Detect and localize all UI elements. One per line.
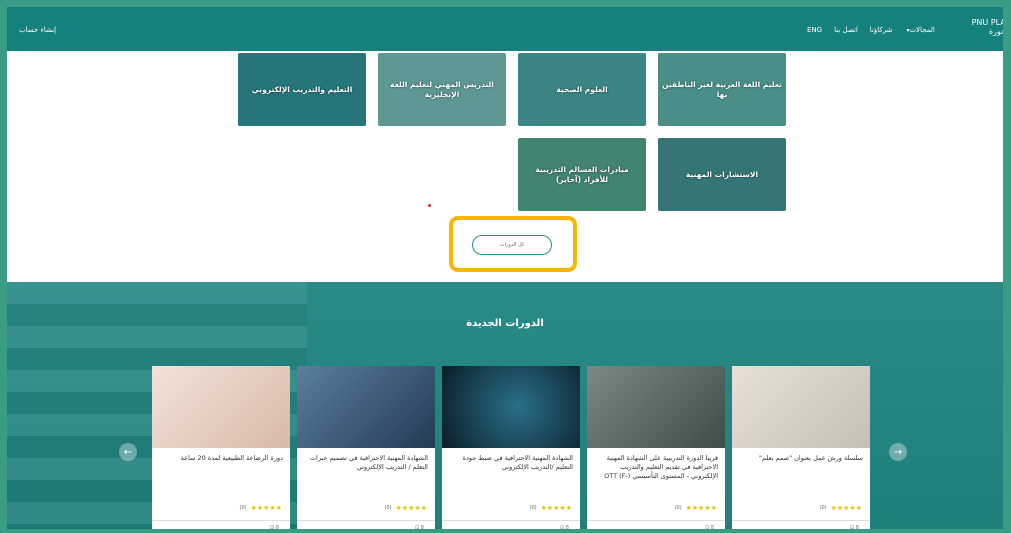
meta-icons: ⊡ 8 [850, 525, 859, 529]
create-account-link[interactable]: إنشاء حساب [19, 26, 56, 34]
new-courses-section: الدورات الجديدة → ← سلسلة ورش عمل بعنوان… [7, 282, 1003, 529]
section-title: الدورات الجديدة [466, 318, 544, 329]
rating: ★★★★★ (0) [674, 504, 717, 512]
category-tile-arabic[interactable]: تعليم اللغة العربية لغير الناطقين بها [658, 53, 786, 126]
star-icon: ★★★★★ [685, 504, 717, 512]
divider [732, 520, 870, 521]
screenshot-frame: إنشاء حساب المجالات▾ شركاؤنا اتصل بنا EN… [0, 0, 1011, 533]
course-card[interactable]: الشهادة المهنية الاحترافية في تصميم خبرا… [297, 366, 435, 529]
course-card[interactable]: دورة الرضاعة الطبيعية لمدة 20 ساعة ★★★★★… [152, 366, 290, 529]
course-title: سلسلة ورش عمل بعنوان "صمم بعلم" [759, 454, 863, 462]
category-tile-health[interactable]: العلوم الصحية [518, 53, 646, 126]
divider [152, 520, 290, 521]
rating: ★★★★★ (0) [239, 504, 282, 512]
meta-icons: ⊡ 8 [560, 525, 569, 529]
carousel-prev-button[interactable]: ← [119, 443, 137, 461]
nav-fields-dropdown[interactable]: المجالات▾ [904, 26, 934, 34]
arrow-right-icon: → [893, 446, 903, 458]
course-title: دورة الرضاعة الطبيعية لمدة 20 ساعة [180, 454, 283, 462]
nav-partners[interactable]: شركاؤنا [870, 26, 893, 34]
category-tile-english[interactable]: التدريس المهني لتعليم اللغة الإنجليزية [378, 53, 506, 126]
course-title: قريبا الدورة التدريبية على الشهادة المهن… [604, 454, 718, 480]
course-image [297, 366, 435, 448]
rating: ★★★★★ (0) [384, 504, 427, 512]
star-icon: ★★★★★ [395, 504, 427, 512]
star-icon: ★★★★★ [830, 504, 862, 512]
nav-language[interactable]: ENG [807, 26, 822, 34]
rating: ★★★★★ (0) [819, 504, 862, 512]
nav-contact[interactable]: اتصل بنا [834, 26, 858, 34]
course-image [442, 366, 580, 448]
course-title: الشهادة المهنية الاحترافية في تصميم خبرا… [309, 454, 428, 471]
category-tile-consulting[interactable]: الاستشارات المهنية [658, 138, 786, 211]
cursor-dot [428, 204, 431, 207]
divider [442, 520, 580, 521]
course-image [587, 366, 725, 448]
star-icon: ★★★★★ [250, 504, 282, 512]
arrow-left-icon: ← [123, 446, 133, 458]
course-card[interactable]: قريبا الدورة التدريبية على الشهادة المهن… [587, 366, 725, 529]
all-courses-button[interactable]: كل الدورات [472, 235, 552, 255]
meta-icons: ⊡ 8 [705, 525, 714, 529]
top-navbar: إنشاء حساب المجالات▾ شركاؤنا اتصل بنا EN… [7, 7, 1003, 51]
category-tile-initiatives[interactable]: مبادرات العسالم التدريبية للأفراد (آخاير… [518, 138, 646, 211]
divider [587, 520, 725, 521]
nav-links: المجالات▾ شركاؤنا اتصل بنا ENG [807, 26, 935, 34]
rating: ★★★★★ (0) [529, 504, 572, 512]
page: إنشاء حساب المجالات▾ شركاؤنا اتصل بنا EN… [7, 7, 1003, 529]
meta-icons: ⊡ 8 [415, 525, 424, 529]
course-title: الشهادة المهنية الاحترافية في ضبط جودة ا… [462, 454, 573, 471]
star-icon: ★★★★★ [540, 504, 572, 512]
carousel-next-button[interactable]: → [889, 443, 907, 461]
site-logo[interactable]: PNU PLAT ة نورة [972, 18, 1003, 36]
course-image [732, 366, 870, 448]
divider [297, 520, 435, 521]
category-tile-elearning[interactable]: التعليم والتدريب الإلكتروني [238, 53, 366, 126]
course-card[interactable]: سلسلة ورش عمل بعنوان "صمم بعلم" ★★★★★ (0)… [732, 366, 870, 529]
course-image [152, 366, 290, 448]
course-card[interactable]: الشهادة المهنية الاحترافية في ضبط جودة ا… [442, 366, 580, 529]
meta-icons: ⊡ 8 [270, 525, 279, 529]
